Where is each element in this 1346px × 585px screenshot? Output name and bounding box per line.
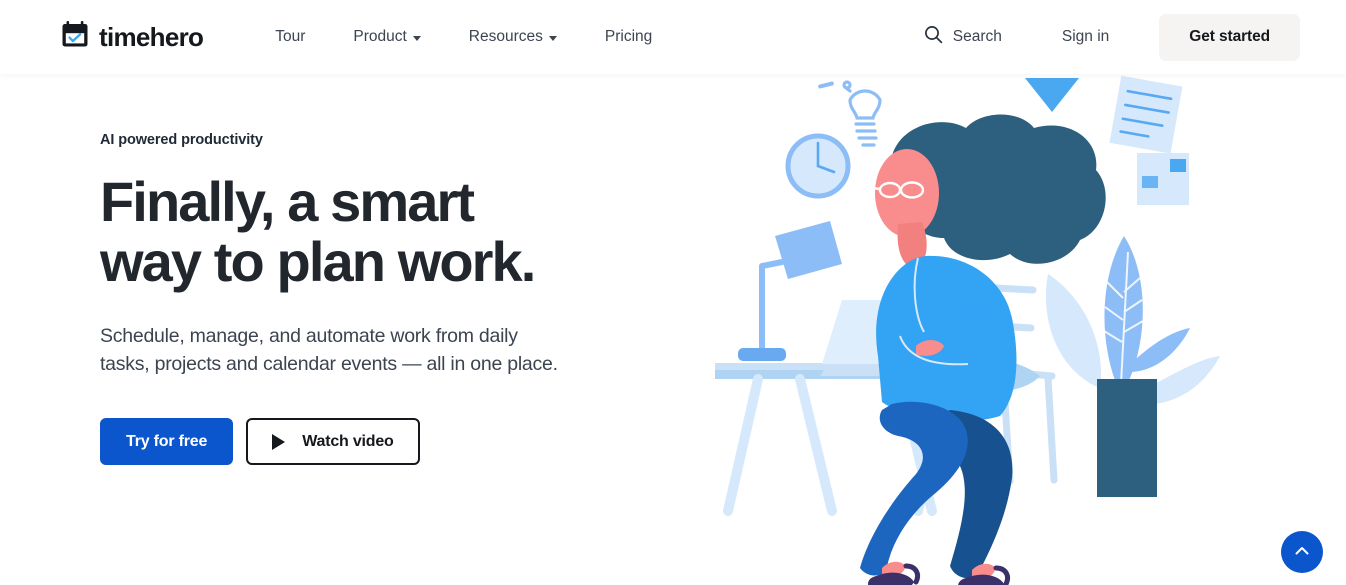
nav-item-resources[interactable]: Resources: [445, 18, 581, 56]
brand-name: timehero: [99, 22, 204, 52]
nav-item-pricing[interactable]: Pricing: [581, 18, 676, 56]
site-header: timehero Tour Product Resources Pricing …: [0, 0, 1346, 74]
nav-item-label: Product: [353, 28, 407, 45]
search-icon: [924, 25, 943, 49]
get-started-button[interactable]: Get started: [1159, 13, 1300, 61]
watch-video-label: Watch video: [302, 432, 394, 450]
hero-copy: AI powered productivity Finally, a smart…: [100, 132, 720, 466]
nav-item-label: Pricing: [604, 28, 653, 45]
try-for-free-button[interactable]: Try for free: [100, 418, 234, 466]
page-title: Finally, a smart way to plan work.: [100, 170, 536, 293]
main-nav: Tour Product Resources Pricing: [251, 18, 676, 56]
nav-item-product[interactable]: Product: [329, 18, 444, 56]
hero-illustration: [700, 74, 1346, 585]
chevron-down-icon: [548, 35, 557, 41]
hero-cta-row: Try for free Watch video: [100, 418, 720, 466]
nav-item-tour[interactable]: Tour: [251, 18, 329, 56]
hero-eyebrow: AI powered productivity: [100, 132, 263, 148]
chevron-down-icon: [412, 35, 421, 41]
sign-in-link[interactable]: Sign in: [1052, 20, 1119, 54]
header-actions: Search Sign in Get started: [918, 13, 1300, 61]
watch-video-button[interactable]: Watch video: [246, 418, 420, 466]
scroll-to-top-button[interactable]: [1281, 531, 1323, 573]
calendar-check-icon: [60, 20, 90, 55]
search-button[interactable]: Search: [918, 17, 1008, 57]
nav-item-label: Resources: [468, 28, 543, 45]
nav-item-label: Tour: [275, 28, 306, 45]
brand-logo[interactable]: timehero: [60, 20, 204, 55]
search-label: Search: [952, 28, 1002, 45]
play-icon: [272, 433, 286, 450]
hero-section: AI powered productivity Finally, a smart…: [0, 74, 1346, 585]
hero-subhead: Schedule, manage, and automate work from…: [100, 324, 558, 376]
chevron-up-icon: [1293, 542, 1311, 563]
